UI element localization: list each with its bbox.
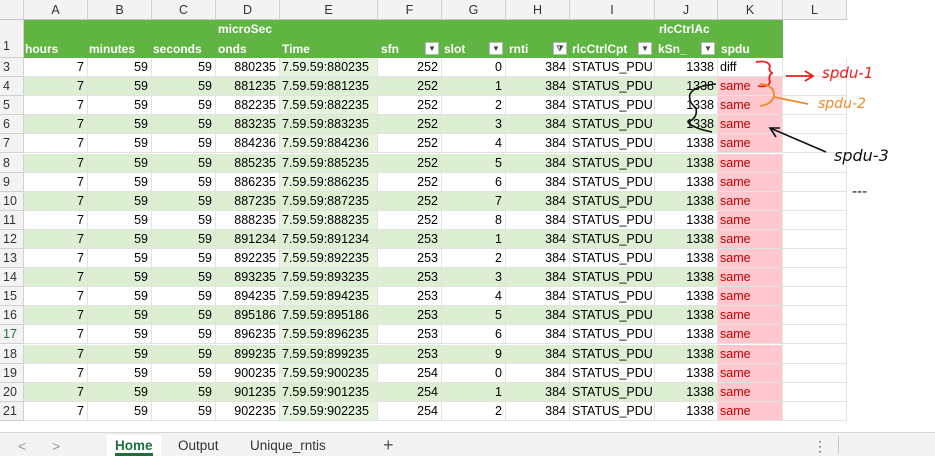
add-sheet-icon[interactable]: + [383,433,394,456]
sheet-prev-icon[interactable]: < [18,435,26,456]
ink-bracket-spdu-2 [759,83,809,107]
annotation-dashes: --- [852,184,868,200]
tab-output[interactable]: Output [170,435,227,456]
sheet-tab-bar: < > Home Output Unique_rntis + ⋮ [0,432,935,456]
ink-curve-spdu-3 [686,83,717,133]
more-options-icon[interactable]: ⋮ [813,435,827,456]
annotation-spdu-2: spdu-2 [818,96,866,112]
tab-unique-rntis[interactable]: Unique_rntis [242,435,334,456]
tab-home[interactable]: Home [107,435,161,456]
ink-annotations [686,60,827,153]
ink-arrow-spdu-1 [786,70,815,82]
ink-arrow-spdu-3 [768,127,827,153]
sheet-next-icon[interactable]: > [52,435,60,456]
annotation-spdu-1: spdu-1 [822,64,874,82]
tab-bar-divider [838,436,839,454]
ink-bracket-spdu-1 [755,60,774,88]
annotation-spdu-3: spdu-3 [834,146,889,165]
